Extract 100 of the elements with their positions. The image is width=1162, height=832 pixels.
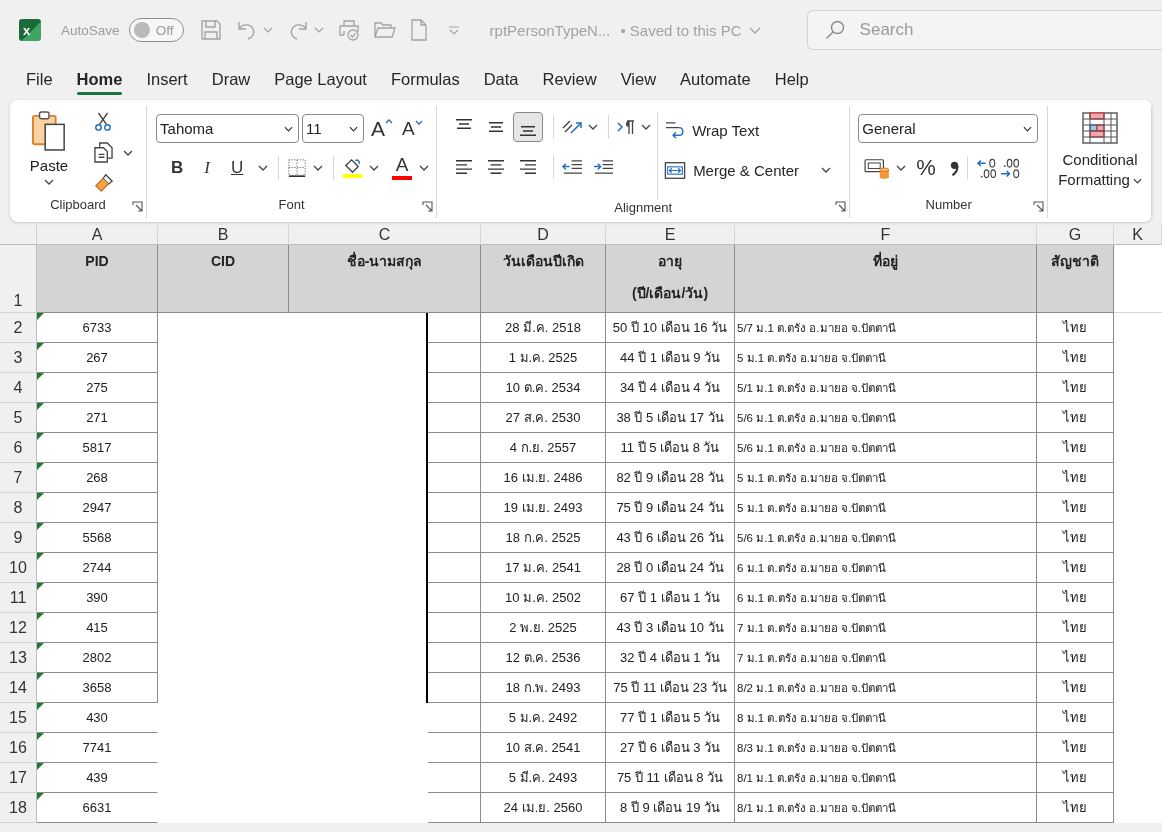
row-header[interactable]: 14 [0,673,37,703]
row-header[interactable]: 6 [0,433,37,463]
row-header[interactable]: 1 [0,245,37,313]
caret-icon[interactable] [588,124,599,130]
caret-icon[interactable] [313,164,324,171]
decrease-indent-icon[interactable] [562,159,584,175]
text-direction-icon[interactable] [617,119,636,135]
ribbon-tab[interactable]: Data [471,60,531,98]
dialog-launcher-icon[interactable] [422,201,434,212]
row-header[interactable]: 13 [0,643,37,673]
ribbon-tab[interactable]: Page Layout [262,60,379,98]
bold-button[interactable]: B [162,157,193,178]
table-cell-text: 5817 [81,439,113,457]
column-header[interactable]: E [606,225,735,245]
column-header[interactable]: A [37,225,158,245]
font-color-button[interactable]: A [391,155,414,180]
row-header[interactable]: 17 [0,763,37,793]
grow-font-button[interactable]: A [371,116,394,141]
caret-icon[interactable] [641,124,652,130]
ribbon-tab[interactable]: Draw [199,60,263,98]
row-header[interactable]: 4 [0,373,37,403]
caret-icon[interactable] [821,167,831,173]
underline-button[interactable]: U [222,157,253,178]
table-cell: 10 ต.ค. 2534 [481,373,606,403]
row-header[interactable]: 11 [0,583,37,613]
row-header[interactable]: 7 [0,463,37,493]
paste-button[interactable]: Paste [24,108,74,185]
accounting-format-icon[interactable] [864,157,891,179]
caret-icon[interactable] [369,164,380,171]
row-header[interactable]: 15 [0,703,37,733]
dialog-launcher-icon[interactable] [1033,201,1044,212]
number-format-dropdown[interactable]: General [858,114,1039,143]
dialog-launcher-icon[interactable] [132,201,144,212]
align-lines-icon [520,160,537,174]
document-title: rptPersonTypeN... [489,21,611,39]
row-header[interactable]: 18 [0,793,37,823]
caret-up-icon [385,118,394,124]
ribbon-tab[interactable]: Insert [134,60,200,98]
row-header[interactable]: 5 [0,403,37,433]
ribbon-tab[interactable]: Review [530,60,609,98]
wrap-text-button[interactable]: Wrap Text [664,116,760,144]
row-header[interactable]: 16 [0,733,37,763]
table-cell: 17 ม.ค. 2541 [481,553,606,583]
column-header[interactable]: D [481,225,606,245]
table-cell: 27 ส.ค. 2530 [481,403,606,433]
caret-icon[interactable] [419,164,430,171]
column-header[interactable]: G [1037,225,1114,245]
borders-icon[interactable] [287,157,308,178]
align-bottom-button[interactable] [513,112,544,142]
column-header[interactable]: C [289,225,481,245]
ribbon-tab[interactable]: Automate [668,60,763,98]
shrink-font-button[interactable]: A [402,117,423,140]
copy-icon[interactable] [94,142,113,163]
font-name-dropdown[interactable]: Tahoma [156,114,300,143]
row-header[interactable]: 12 [0,613,37,643]
caret-icon[interactable] [896,165,907,171]
ribbon-tab[interactable]: File [14,60,65,98]
row-header[interactable]: 8 [0,493,37,523]
row-header[interactable]: 9 [0,523,37,553]
increase-decimal-icon[interactable] [975,157,999,179]
table-cell-text: 271 [85,409,109,427]
search-field[interactable]: Search [806,10,1162,50]
table-cell: 10 ส.ค. 2541 [481,733,606,763]
table-cell-text: 6733 [81,319,113,337]
ribbon-tab[interactable]: Help [762,60,821,98]
row-header[interactable]: 2 [0,313,37,343]
decrease-decimal-icon[interactable] [998,157,1022,179]
italic-button[interactable]: I [192,157,223,178]
font-size-dropdown[interactable]: 11 [302,114,365,143]
caret-icon[interactable] [123,149,133,156]
ribbon-tab[interactable]: Home [64,60,135,98]
percent-style-button[interactable]: % [916,155,936,181]
increase-indent-icon[interactable] [593,159,615,175]
column-header[interactable]: K [1114,225,1162,245]
scissors-icon[interactable] [94,112,112,132]
table-cell: 28 ปี 0 เดือน 24 วัน [606,553,735,583]
ribbon-tab[interactable]: View [608,60,669,98]
fill-bucket-icon[interactable] [342,156,364,179]
table-cell: 5 มี.ค. 2493 [481,763,606,793]
ribbon-tab[interactable]: Formulas [378,60,472,98]
table-cell: 8/2 ม.1 ต.ตรัง อ.มายอ จ.ปัตตานี [735,673,1037,703]
comma-style-icon[interactable] [949,159,959,177]
wrap-text-icon [664,121,686,139]
row-header[interactable]: 3 [0,343,37,373]
row-header[interactable]: 10 [0,553,37,583]
table-cell: 5 ม.1 ต.ตรัง อ.มายอ จ.ปัตตานี [735,343,1037,373]
column-header[interactable]: B [158,225,289,245]
table-cell: 77 ปี 1 เดือน 5 วัน [606,703,735,733]
group-label: Alignment [614,200,673,215]
table-cell: 32 ปี 4 เดือน 1 วัน [606,643,735,673]
paintbrush-icon[interactable] [94,173,114,193]
search-icon [824,20,845,40]
orientation-icon[interactable] [562,120,583,134]
table-cell-text: 275 [85,379,109,397]
table-cell: 11 ปี 5 เดือน 8 วัน [606,433,735,463]
dialog-launcher-icon[interactable] [835,201,847,212]
merge-center-button[interactable]: Merge & Center [664,156,799,184]
column-header[interactable]: F [735,225,1037,245]
caret-icon[interactable] [258,164,269,171]
conditional-formatting-button[interactable]: Conditional Formatting [1048,106,1152,190]
